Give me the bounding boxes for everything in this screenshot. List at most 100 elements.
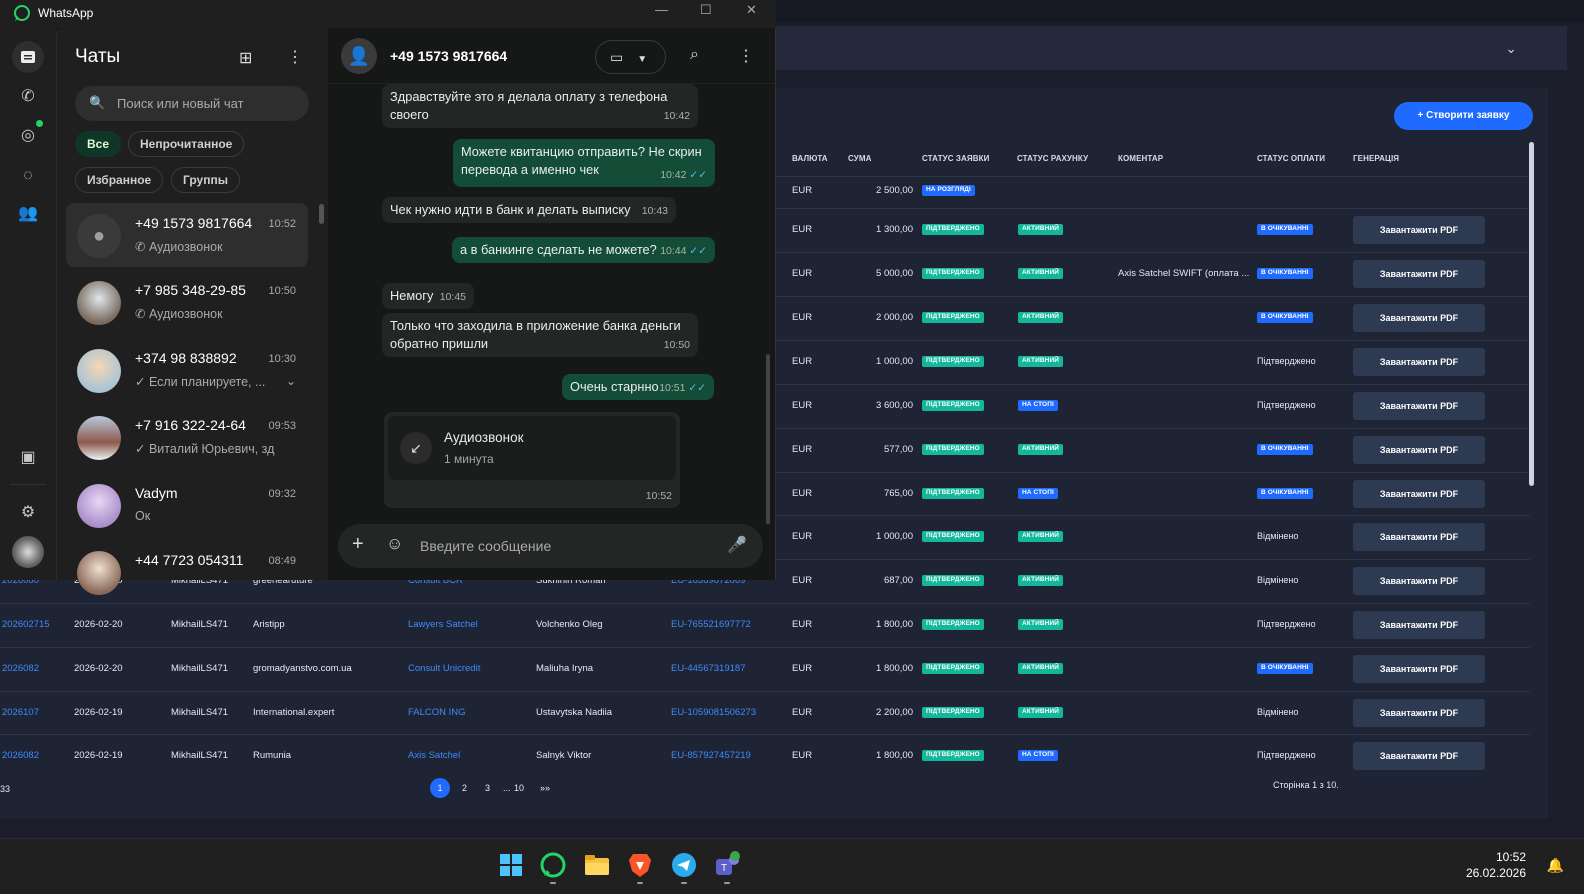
create-request-button[interactable]: + Створити заявку xyxy=(1394,102,1533,130)
contact-name[interactable]: +49 1573 9817664 xyxy=(390,48,507,64)
settings-icon[interactable]: ⚙ xyxy=(12,497,44,529)
clock-date[interactable]: 26.02.2026 xyxy=(1466,866,1526,880)
incoming-message[interactable]: Только что заходила в приложение банка д… xyxy=(382,313,698,357)
download-pdf-button[interactable]: Завантажити PDF xyxy=(1353,567,1485,595)
account-status-badge: НА СТОПІ xyxy=(1018,400,1058,411)
request-id[interactable]: 2026082 xyxy=(2,751,39,761)
company-name[interactable]: Consult Unicredit xyxy=(408,664,480,674)
file-explorer-icon[interactable] xyxy=(583,851,611,879)
download-pdf-button[interactable]: Завантажити PDF xyxy=(1353,523,1485,551)
telegram-icon[interactable] xyxy=(670,851,698,879)
outgoing-message[interactable]: а в банкинге сделать не можете? 10:44 ✓✓ xyxy=(452,237,715,263)
manager-name: MikhailLS471 xyxy=(171,750,229,761)
windows-start-icon[interactable] xyxy=(497,851,525,879)
teams-icon[interactable]: T xyxy=(713,851,741,879)
clock-time[interactable]: 10:52 xyxy=(1496,850,1526,864)
chat-list-item[interactable]: +44 7723 054311 08:49 xyxy=(66,540,308,604)
incoming-message[interactable]: Немогу 10:45 xyxy=(382,283,474,309)
new-chat-icon[interactable]: ⊞ xyxy=(239,48,252,68)
request-id[interactable]: 202602715 xyxy=(2,620,50,630)
menu-icon[interactable]: ⋮ xyxy=(738,46,754,66)
company-name[interactable]: FALCON ING xyxy=(408,708,466,718)
microphone-icon[interactable]: 🎤 xyxy=(727,535,747,555)
message-input[interactable]: Введите сообщение xyxy=(420,538,551,554)
minimize-icon[interactable]: — xyxy=(655,2,668,17)
chevron-down-icon[interactable]: ⌄ xyxy=(286,374,296,388)
incoming-message[interactable]: Здравствуйте это я делала оплату з телеф… xyxy=(382,84,698,128)
attach-plus-icon[interactable]: + xyxy=(352,533,364,556)
download-pdf-button[interactable]: Завантажити PDF xyxy=(1353,348,1485,376)
message-composer[interactable]: + ☺ Введите сообщение 🎤 xyxy=(338,524,763,568)
filter-favorites[interactable]: Избранное xyxy=(75,167,164,193)
chat-list-item[interactable]: +7 985 348-29-85 10:50 ✆ Аудиозвонок xyxy=(66,270,308,334)
menu-icon[interactable]: ⋮ xyxy=(287,47,303,67)
pager-page[interactable]: 2 xyxy=(462,778,467,798)
download-pdf-button[interactable]: Завантажити PDF xyxy=(1353,436,1485,464)
filter-header[interactable]: ⌄ xyxy=(775,26,1567,70)
message-text: Здравствуйте это я делала оплату з телеф… xyxy=(390,89,668,122)
download-pdf-button[interactable]: Завантажити PDF xyxy=(1353,392,1485,420)
download-pdf-button[interactable]: Завантажити PDF xyxy=(1353,742,1485,770)
filter-groups[interactable]: Группы xyxy=(171,167,240,193)
pager-page[interactable]: »» xyxy=(540,778,550,798)
search-icon[interactable]: ⌕ xyxy=(690,46,699,64)
table-row[interactable] xyxy=(0,691,1530,735)
pager-page[interactable]: 3 xyxy=(485,778,490,798)
status-icon[interactable]: ◎ xyxy=(12,120,44,152)
filter-all[interactable]: Все xyxy=(75,131,122,157)
download-pdf-button[interactable]: Завантажити PDF xyxy=(1353,480,1485,508)
chats-icon[interactable] xyxy=(12,41,44,73)
chat-list-item[interactable]: Vadym 09:32 Ок xyxy=(66,473,308,537)
outgoing-message[interactable]: Можете квитанцию отправить? Не скрин пер… xyxy=(453,139,715,187)
calls-icon[interactable]: ✆ xyxy=(12,81,44,113)
download-pdf-button[interactable]: Завантажити PDF xyxy=(1353,611,1485,639)
filter-unread[interactable]: Непрочитанное xyxy=(128,131,245,157)
search-input[interactable]: 🔍 Поиск или новый чат xyxy=(75,86,309,121)
media-icon[interactable]: ▣ xyxy=(12,442,44,474)
payment-status: Підтверджено xyxy=(1257,750,1316,760)
iban[interactable]: EU-857927457219 xyxy=(671,751,751,761)
chat-name: +7 916 322-24-64 xyxy=(135,417,246,433)
video-call-button[interactable]: ▭ ▼ xyxy=(595,40,666,74)
chat-list-item[interactable]: +374 98 838892 10:30 ✓ Если планируете, ..… xyxy=(66,338,308,402)
incoming-message[interactable]: Чек нужно идти в банк и делать выписку 10… xyxy=(382,197,676,223)
profile-avatar[interactable] xyxy=(12,536,44,568)
chat-list-item[interactable]: ● +49 1573 9817664 10:52 ✆ Аудиозвонок xyxy=(66,203,308,267)
chat-list-item[interactable]: +7 916 322-24-64 09:53 ✓ Виталий Юрьевич, … xyxy=(66,405,308,469)
chevron-down-icon[interactable]: ⌄ xyxy=(1505,40,1517,57)
download-pdf-button[interactable]: Завантажити PDF xyxy=(1353,655,1485,683)
download-pdf-button[interactable]: Завантажити PDF xyxy=(1353,216,1485,244)
outgoing-message[interactable]: Очень старнно 10:51 ✓✓ xyxy=(562,374,714,400)
request-id[interactable]: 2026107 xyxy=(2,708,39,718)
conversation-header[interactable]: 👤 +49 1573 9817664 ▭ ▼ ⌕ ⋮ xyxy=(328,28,775,84)
channels-icon[interactable]: ◌ xyxy=(12,160,44,192)
conversation-scrollbar[interactable] xyxy=(766,354,770,524)
chat-time: 10:50 xyxy=(268,285,296,297)
table-scrollbar[interactable] xyxy=(1529,142,1534,486)
notification-bell-icon[interactable]: 🔔 xyxy=(1547,857,1564,874)
communities-icon[interactable]: 👥 xyxy=(12,198,44,230)
chat-preview-text: ✓ Виталий Юрьевич, зд... xyxy=(135,442,275,456)
company-name[interactable]: Axis Satchel xyxy=(408,751,460,761)
company-name[interactable]: Lawyers Satchel xyxy=(408,620,478,630)
request-id[interactable]: 2026082 xyxy=(2,664,39,674)
download-pdf-button[interactable]: Завантажити PDF xyxy=(1353,699,1485,727)
amount: 1 800,00 xyxy=(876,663,913,674)
call-message[interactable]: ↙ Аудиозвонок 1 минута 10:52 xyxy=(384,412,680,508)
whatsapp-icon[interactable] xyxy=(539,851,567,879)
pager-page[interactable]: 10 xyxy=(514,778,524,798)
manager-name: MikhailLS471 xyxy=(171,619,229,630)
pager-page[interactable]: 1 xyxy=(430,778,450,798)
close-icon[interactable]: ✕ xyxy=(746,2,757,18)
download-pdf-button[interactable]: Завантажити PDF xyxy=(1353,304,1485,332)
maximize-icon[interactable]: ☐ xyxy=(700,2,712,18)
iban[interactable]: EU-44567319187 xyxy=(671,664,745,674)
contact-avatar-icon[interactable]: 👤 xyxy=(341,38,377,74)
brave-icon[interactable] xyxy=(626,851,654,879)
sticker-icon[interactable]: ☺ xyxy=(386,534,403,554)
list-scrollbar[interactable] xyxy=(319,204,324,224)
currency: EUR xyxy=(792,444,813,455)
download-pdf-button[interactable]: Завантажити PDF xyxy=(1353,260,1485,288)
iban[interactable]: EU-1059081506273 xyxy=(671,708,756,718)
iban[interactable]: EU-765521697772 xyxy=(671,620,751,630)
